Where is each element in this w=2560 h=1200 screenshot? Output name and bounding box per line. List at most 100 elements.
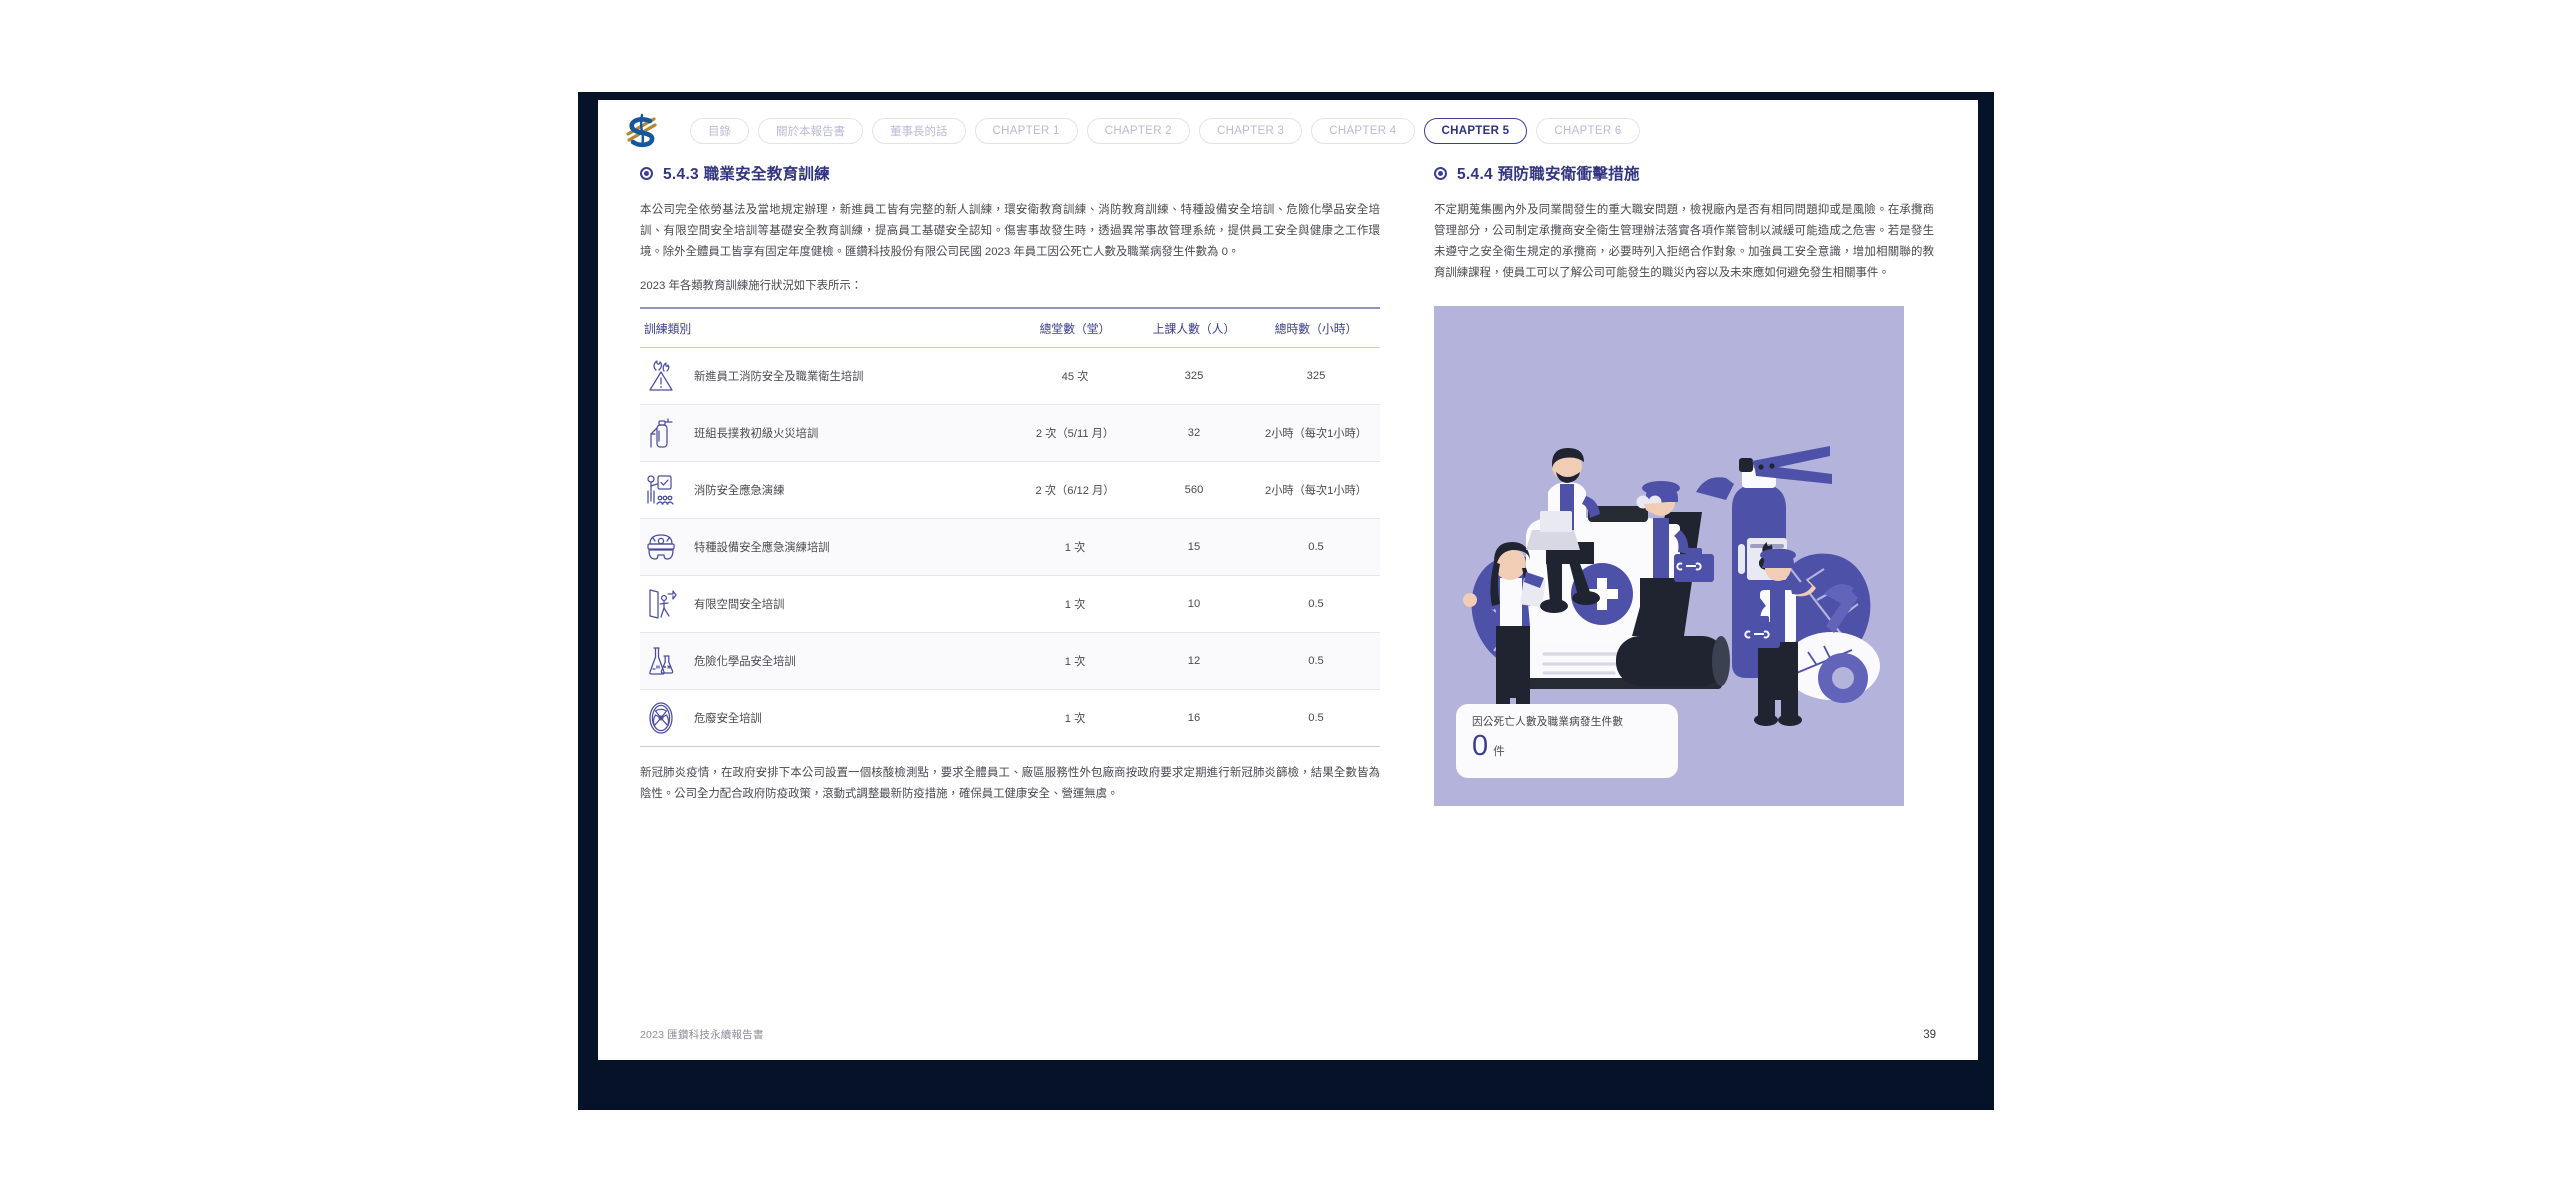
col-header-total-hours: 總時數（小時） [1252,308,1380,348]
section-title: 5.4.4 預防職安衛衝擊措施 [1457,162,1640,184]
confined-space-icon [644,586,678,622]
section-heading-544: 5.4.4 預防職安衛衝擊措施 [1434,162,1934,184]
footer-report-title: 2023 匯鑽科技永續報告書 [640,1027,764,1042]
special-equipment-icon [644,529,678,565]
training-name: 消防安全應急演練 [694,482,784,498]
table-header-row: 訓練類別 總堂數（堂） 上課人數（人） 總時數（小時） [640,308,1380,348]
tab-chairman-message[interactable]: 董事長的話 [872,118,966,144]
fatality-stat-card: 因公死亡人數及職業病發生件數 0 件 [1456,704,1678,778]
tab-label: 目錄 [708,123,731,139]
cell-category: 危險化學品安全培訓 [640,633,1014,690]
cell-hours: 0.5 [1252,576,1380,633]
tab-label: 董事長的話 [890,123,948,139]
table-head: 訓練類別 總堂數（堂） 上課人數（人） 總時數（小時） [640,308,1380,348]
cell-attendees: 32 [1136,405,1252,462]
left-column: 5.4.3 職業安全教育訓練 本公司完全依勞基法及當地規定辦理，新進員工皆有完整… [640,162,1380,819]
tab-chapter-5[interactable]: CHAPTER 5 [1424,118,1528,144]
table-row: 危險化學品安全培訓 1 次 12 0.5 [640,633,1380,690]
training-name: 有限空間安全培訓 [694,596,784,612]
radioactive-waste-icon [644,700,678,736]
cell-attendees: 15 [1136,519,1252,576]
table-intro-text: 2023 年各類教育訓練施行狀況如下表所示： [640,276,1380,297]
cell-sessions: 1 次 [1014,633,1136,690]
table-row: 新進員工消防安全及職業衛生培訓 45 次 325 325 [640,348,1380,405]
fire-hazard-icon [644,358,678,394]
cell-attendees: 325 [1136,348,1252,405]
chapter-tabs: 目錄 關於本報告書 董事長的話 CHAPTER 1 CHAPTER 2 CHAP… [690,118,1640,144]
training-name: 危險化學品安全培訓 [694,653,796,669]
workplace-safety-illustration: 因公死亡人數及職業病發生件數 0 件 [1434,306,1904,806]
section-bullet-icon [1434,167,1447,180]
stat-value: 0 [1472,731,1488,763]
cell-sessions: 2 次（5/11 月） [1014,405,1136,462]
tab-label: CHAPTER 4 [1329,125,1396,137]
table-body: 新進員工消防安全及職業衛生培訓 45 次 325 325 [640,348,1380,747]
section-title: 5.4.3 職業安全教育訓練 [663,162,830,184]
table-row: 有限空間安全培訓 1 次 10 0.5 [640,576,1380,633]
col-header-sessions: 總堂數（堂） [1014,308,1136,348]
cell-category: 班組長撲救初級火災培訓 [640,405,1014,462]
cell-sessions: 1 次 [1014,519,1136,576]
tab-toc[interactable]: 目錄 [690,118,749,144]
training-name: 班組長撲救初級火災培訓 [694,425,818,441]
cell-attendees: 560 [1136,462,1252,519]
cell-category: 危廢安全培訓 [640,690,1014,747]
training-name: 特種設備安全應急演練培訓 [694,539,830,555]
cell-hours: 2小時（每次1小時） [1252,462,1380,519]
tab-chapter-3[interactable]: CHAPTER 3 [1199,118,1302,144]
paragraph-preventive-measures: 不定期蒐集團內外及同業間發生的重大職安問題，檢視廠內是否有相同問題抑或是風險。在… [1434,200,1934,284]
cell-sessions: 1 次 [1014,690,1136,747]
paragraph-covid-measures: 新冠肺炎疫情，在政府安排下本公司設置一個核酸檢測點，要求全體員工、廠區服務性外包… [640,763,1380,805]
stat-value-row: 0 件 [1472,731,1662,763]
paragraph-occupational-safety-training: 本公司完全依勞基法及當地規定辦理，新進員工皆有完整的新人訓練，環安衛教育訓練、消… [640,200,1380,263]
cell-sessions: 1 次 [1014,576,1136,633]
tab-chapter-1[interactable]: CHAPTER 1 [975,118,1078,144]
cell-category: 特種設備安全應急演練培訓 [640,519,1014,576]
tab-chapter-4[interactable]: CHAPTER 4 [1311,118,1414,144]
table-row: 危廢安全培訓 1 次 16 0.5 [640,690,1380,747]
page-footer: 2023 匯鑽科技永續報告書 39 [598,1027,1978,1042]
section-heading-543: 5.4.3 職業安全教育訓練 [640,162,1380,184]
tab-label: CHAPTER 2 [1105,125,1172,137]
tab-label: CHAPTER 1 [993,125,1060,137]
tab-label: CHAPTER 6 [1554,125,1621,137]
tab-about-report[interactable]: 關於本報告書 [758,118,863,144]
cell-hours: 0.5 [1252,690,1380,747]
chemical-flask-icon [644,643,678,679]
safety-training-icon [644,472,678,508]
table-row: 特種設備安全應急演練培訓 1 次 15 0.5 [640,519,1380,576]
cell-attendees: 10 [1136,576,1252,633]
col-header-attendees: 上課人數（人） [1136,308,1252,348]
tab-chapter-6[interactable]: CHAPTER 6 [1536,118,1639,144]
training-name: 新進員工消防安全及職業衛生培訓 [694,368,863,384]
cell-hours: 325 [1252,348,1380,405]
page-content: 5.4.3 職業安全教育訓練 本公司完全依勞基法及當地規定辦理，新進員工皆有完整… [598,162,1978,819]
cell-category: 消防安全應急演練 [640,462,1014,519]
cell-sessions: 45 次 [1014,348,1136,405]
tab-label: CHAPTER 5 [1442,125,1510,137]
cell-category: 新進員工消防安全及職業衛生培訓 [640,348,1014,405]
section-bullet-icon [640,167,653,180]
cell-hours: 0.5 [1252,633,1380,690]
cell-hours: 2小時（每次1小時） [1252,405,1380,462]
training-statistics-table: 訓練類別 總堂數（堂） 上課人數（人） 總時數（小時） [640,307,1380,747]
training-name: 危廢安全培訓 [694,710,762,726]
table-row: 消防安全應急演練 2 次（6/12 月） 560 2小時（每次1小時） [640,462,1380,519]
stat-unit: 件 [1493,743,1505,759]
tab-label: 關於本報告書 [776,123,845,139]
cell-category: 有限空間安全培訓 [640,576,1014,633]
cell-attendees: 12 [1136,633,1252,690]
cell-sessions: 2 次（6/12 月） [1014,462,1136,519]
chapter-navigation-bar: 目錄 關於本報告書 董事長的話 CHAPTER 1 CHAPTER 2 CHAP… [598,100,1978,162]
cell-attendees: 16 [1136,690,1252,747]
screenshot-root: 目錄 關於本報告書 董事長的話 CHAPTER 1 CHAPTER 2 CHAP… [0,0,2560,1200]
col-header-category: 訓練類別 [640,308,1014,348]
tab-chapter-2[interactable]: CHAPTER 2 [1087,118,1190,144]
footer-page-number: 39 [1923,1029,1936,1041]
table-row: 班組長撲救初級火災培訓 2 次（5/11 月） 32 2小時（每次1小時） [640,405,1380,462]
report-page: 目錄 關於本報告書 董事長的話 CHAPTER 1 CHAPTER 2 CHAP… [598,100,1978,1060]
stat-label: 因公死亡人數及職業病發生件數 [1472,715,1662,730]
right-column: 5.4.4 預防職安衛衝擊措施 不定期蒐集團內外及同業間發生的重大職安問題，檢視… [1434,162,1934,819]
cell-hours: 0.5 [1252,519,1380,576]
company-s-logo-icon [620,110,664,152]
